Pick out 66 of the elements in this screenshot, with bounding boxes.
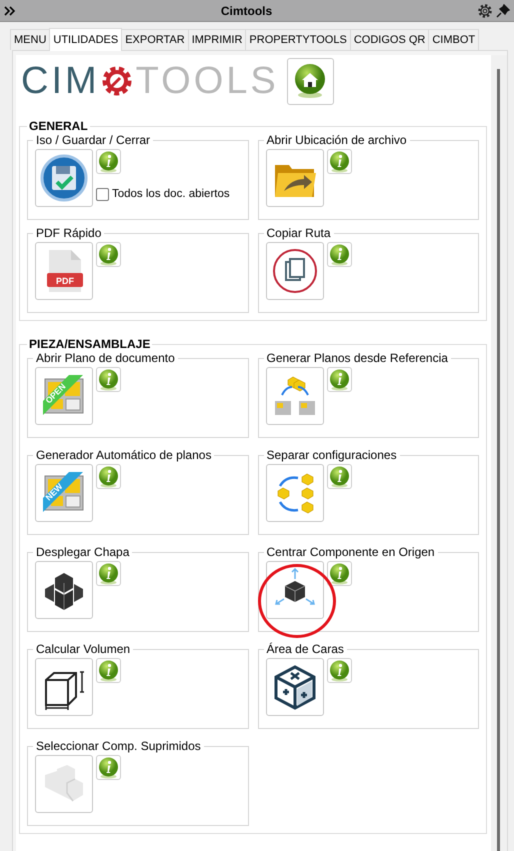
info-button[interactable]: [96, 561, 121, 586]
gear-wrench-icon: [100, 64, 134, 98]
tool-title: Área de Caras: [266, 642, 345, 656]
logo-text: CIM: [21, 62, 100, 100]
tool-title: PDF Rápido: [35, 226, 102, 240]
info-button[interactable]: [326, 367, 352, 392]
info-button[interactable]: [326, 658, 352, 683]
tool-title: Generador Automático de planos: [35, 448, 212, 462]
scroll-thumb[interactable]: [497, 69, 500, 851]
tool-title: Calcular Volumen: [35, 642, 132, 656]
tool-title: Iso / Guardar / Cerrar: [35, 133, 152, 147]
tab[interactable]: MENU: [10, 29, 50, 50]
tool-button[interactable]: [35, 658, 93, 716]
settings-icon[interactable]: [477, 2, 493, 18]
info-button[interactable]: [96, 755, 121, 780]
tool-title: Abrir Ubicación de archivo: [266, 133, 408, 147]
pdf-label: PDF: [56, 276, 74, 286]
tool-button[interactable]: [35, 561, 93, 619]
tool-title: Copiar Ruta: [266, 226, 332, 240]
tool-title: Seleccionar Comp. Suprimidos: [35, 739, 202, 753]
info-icon: [328, 244, 350, 266]
info-button[interactable]: [96, 658, 121, 683]
info-icon: [328, 368, 350, 390]
section-title: PIEZA/ENSAMBLAJE: [28, 337, 152, 351]
tool-button[interactable]: [266, 242, 324, 300]
info-button[interactable]: [96, 367, 121, 392]
info-icon: [328, 562, 350, 584]
scrollbar[interactable]: [491, 55, 507, 851]
info-icon: [98, 244, 119, 266]
info-icon: [98, 660, 119, 682]
tool-button[interactable]: [266, 149, 324, 207]
logo-text: TOOLS: [136, 62, 279, 100]
tool-button[interactable]: [266, 658, 324, 716]
pin-icon[interactable]: [496, 4, 510, 18]
info-button[interactable]: [326, 149, 352, 174]
info-icon: [328, 660, 350, 682]
tab[interactable]: CIMBOT: [428, 29, 480, 50]
section-title: GENERAL: [28, 119, 89, 133]
info-button[interactable]: [326, 561, 352, 586]
info-icon: [328, 150, 350, 172]
expand-icon[interactable]: [4, 6, 16, 16]
info-button[interactable]: [96, 242, 121, 267]
info-button[interactable]: [96, 149, 121, 174]
save-disk-icon: [39, 153, 89, 203]
tool-title: Abrir Plano de documento: [35, 351, 176, 365]
info-icon: [328, 466, 350, 488]
tool-title: Separar configuraciones: [266, 448, 398, 462]
tool-button[interactable]: [266, 561, 324, 619]
info-icon: [98, 466, 119, 488]
info-icon: [98, 368, 119, 390]
info-button[interactable]: [326, 242, 352, 267]
tool-button[interactable]: PDF: [35, 242, 93, 300]
checkbox-label: Todos los doc. abiertos: [112, 187, 230, 202]
info-icon: [98, 150, 119, 172]
info-button[interactable]: [326, 464, 352, 489]
tool-title: Centrar Componente en Origen: [266, 545, 436, 559]
info-icon: [98, 756, 119, 778]
info-button[interactable]: [96, 464, 121, 489]
checkbox[interactable]: [96, 188, 109, 202]
tool-title: Generar Planos desde Referencia: [266, 351, 449, 365]
tab[interactable]: UTILIDADES: [49, 28, 122, 51]
tool-title: Desplegar Chapa: [35, 545, 130, 559]
home-icon: [293, 63, 328, 99]
window-title: Cimtools: [220, 2, 274, 20]
home-button[interactable]: [286, 58, 334, 104]
info-icon: [98, 562, 119, 584]
